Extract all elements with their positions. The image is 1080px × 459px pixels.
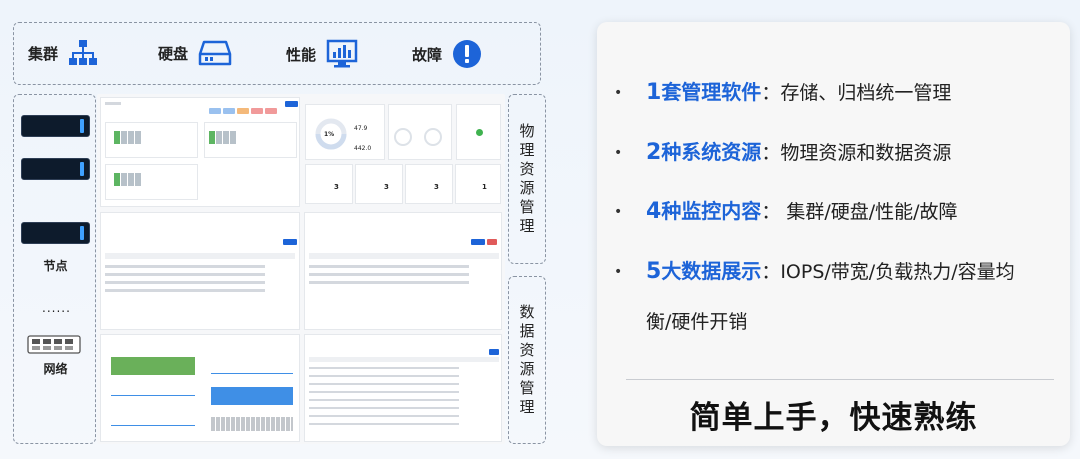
node-network-column: ...... 节点 网络 — [13, 94, 96, 444]
dashboard-screenshots: 1% 47.9 442.0 3 3 3 1 — [97, 94, 505, 444]
capacity-percent: 1% — [324, 131, 335, 138]
node-label: 节点 — [43, 259, 68, 273]
fault-log-panel — [304, 334, 502, 442]
physical-resource-label: 物理资源管理 — [508, 94, 546, 264]
category-disk[interactable]: 硬盘 — [158, 39, 232, 67]
feature-1: 1 套管理软件：存储、归档统一管理 — [646, 80, 952, 105]
category-cluster[interactable]: 集群 — [28, 39, 98, 67]
status-panel — [388, 104, 452, 160]
category-performance-label: 性能 — [286, 45, 317, 64]
stat-card-4: 1 — [455, 164, 501, 204]
capacity-used: 47.9 — [354, 125, 368, 132]
health-panel — [456, 104, 501, 160]
capacity-panel: 1% 47.9 442.0 — [305, 104, 385, 160]
performance-icon — [326, 39, 358, 68]
feature-4-continued: 衡/硬件开销 — [646, 311, 748, 333]
stat-card-3: 3 — [405, 164, 453, 204]
divider — [626, 379, 1054, 380]
network-label: 网络 — [43, 362, 68, 376]
category-fault[interactable]: 故障 — [412, 39, 482, 69]
feature-3: 4 种监控内容：集群/硬盘/性能/故障 — [646, 199, 958, 224]
cluster-icon — [69, 40, 98, 65]
slogan: 简单上手，快速熟练 — [689, 400, 978, 436]
performance-charts-panel — [100, 334, 300, 442]
capacity-total: 442.0 — [354, 145, 372, 152]
disk-table-panel — [100, 212, 300, 330]
bullet-4: • — [614, 264, 623, 280]
stat-card-1: 3 — [305, 164, 353, 204]
category-disk-label: 硬盘 — [158, 44, 189, 63]
category-fault-label: 故障 — [412, 45, 443, 64]
data-resource-label: 数据资源管理 — [508, 276, 546, 444]
bullet-2: • — [614, 145, 623, 161]
node-server-2 — [21, 158, 90, 180]
cluster-panel — [100, 97, 300, 207]
feature-2: 2 种系统资源：物理资源和数据资源 — [646, 140, 952, 165]
bullet-3: • — [614, 204, 623, 220]
bullet-1: • — [614, 85, 623, 101]
ellipsis: ...... — [42, 301, 71, 315]
network-switch-icon — [27, 335, 81, 354]
stat-card-2: 3 — [355, 164, 403, 204]
node-server-1 — [21, 115, 90, 137]
category-cluster-label: 集群 — [28, 44, 59, 63]
disk-icon — [198, 40, 232, 66]
alert-icon — [453, 40, 482, 68]
feature-4: 5 大数据展示： IOPS/带宽/负载热力/容量均 — [646, 259, 1015, 284]
category-performance[interactable]: 性能 — [286, 39, 358, 69]
category-bar: 集群 硬盘 性能 故障 — [13, 22, 541, 85]
node-server-3 — [21, 222, 90, 244]
resource-table-panel — [304, 212, 502, 330]
